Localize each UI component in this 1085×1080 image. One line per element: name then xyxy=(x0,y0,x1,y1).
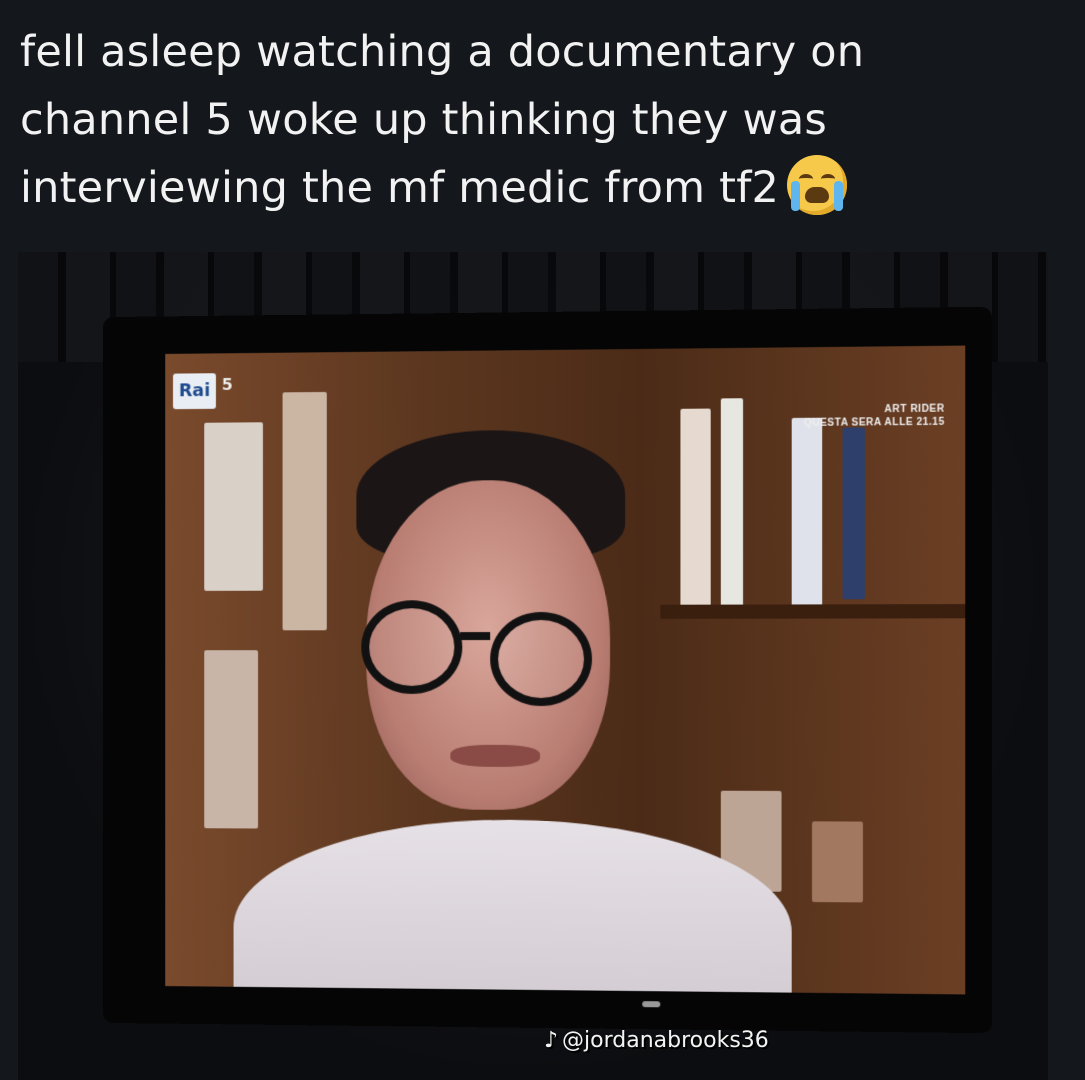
tv-promo-text: ART RIDER QUESTA SERA ALLE 21.15 xyxy=(804,403,945,430)
loudly-crying-face-icon xyxy=(787,154,848,215)
promo-line-1: ART RIDER xyxy=(884,403,945,416)
glasses-right-lens xyxy=(490,611,593,707)
tv-photo: Rai 5 ART RIDER QUESTA SERA ALLE 21.15 xyxy=(18,252,1048,1080)
caption-line-3-text: interviewing the mf medic from tf2 xyxy=(20,163,780,213)
tv-screen: Rai 5 ART RIDER QUESTA SERA ALLE 21.15 xyxy=(165,345,966,995)
post-caption: fell asleep watching a documentary on ch… xyxy=(20,18,1060,222)
caption-line-1: fell asleep watching a documentary on xyxy=(20,27,865,77)
tiktok-watermark: ♪ @jordanabrooks36 xyxy=(544,1028,769,1053)
rai-logo: Rai xyxy=(173,373,217,410)
person-mouth xyxy=(450,744,541,767)
caption-line-3: interviewing the mf medic from tf2 xyxy=(20,154,1060,222)
tiktok-icon: ♪ xyxy=(544,1028,559,1053)
glasses-left-lens xyxy=(361,600,463,694)
caption-line-2: channel 5 woke up thinking they was xyxy=(20,95,828,145)
television: Rai 5 ART RIDER QUESTA SERA ALLE 21.15 xyxy=(102,306,992,1034)
promo-line-2: QUESTA SERA ALLE 21.15 xyxy=(803,416,945,429)
channel-number: 5 xyxy=(221,375,233,394)
watermark-handle: @jordanabrooks36 xyxy=(562,1028,769,1053)
tv-power-light xyxy=(642,1001,661,1008)
glasses-bridge xyxy=(460,632,491,641)
